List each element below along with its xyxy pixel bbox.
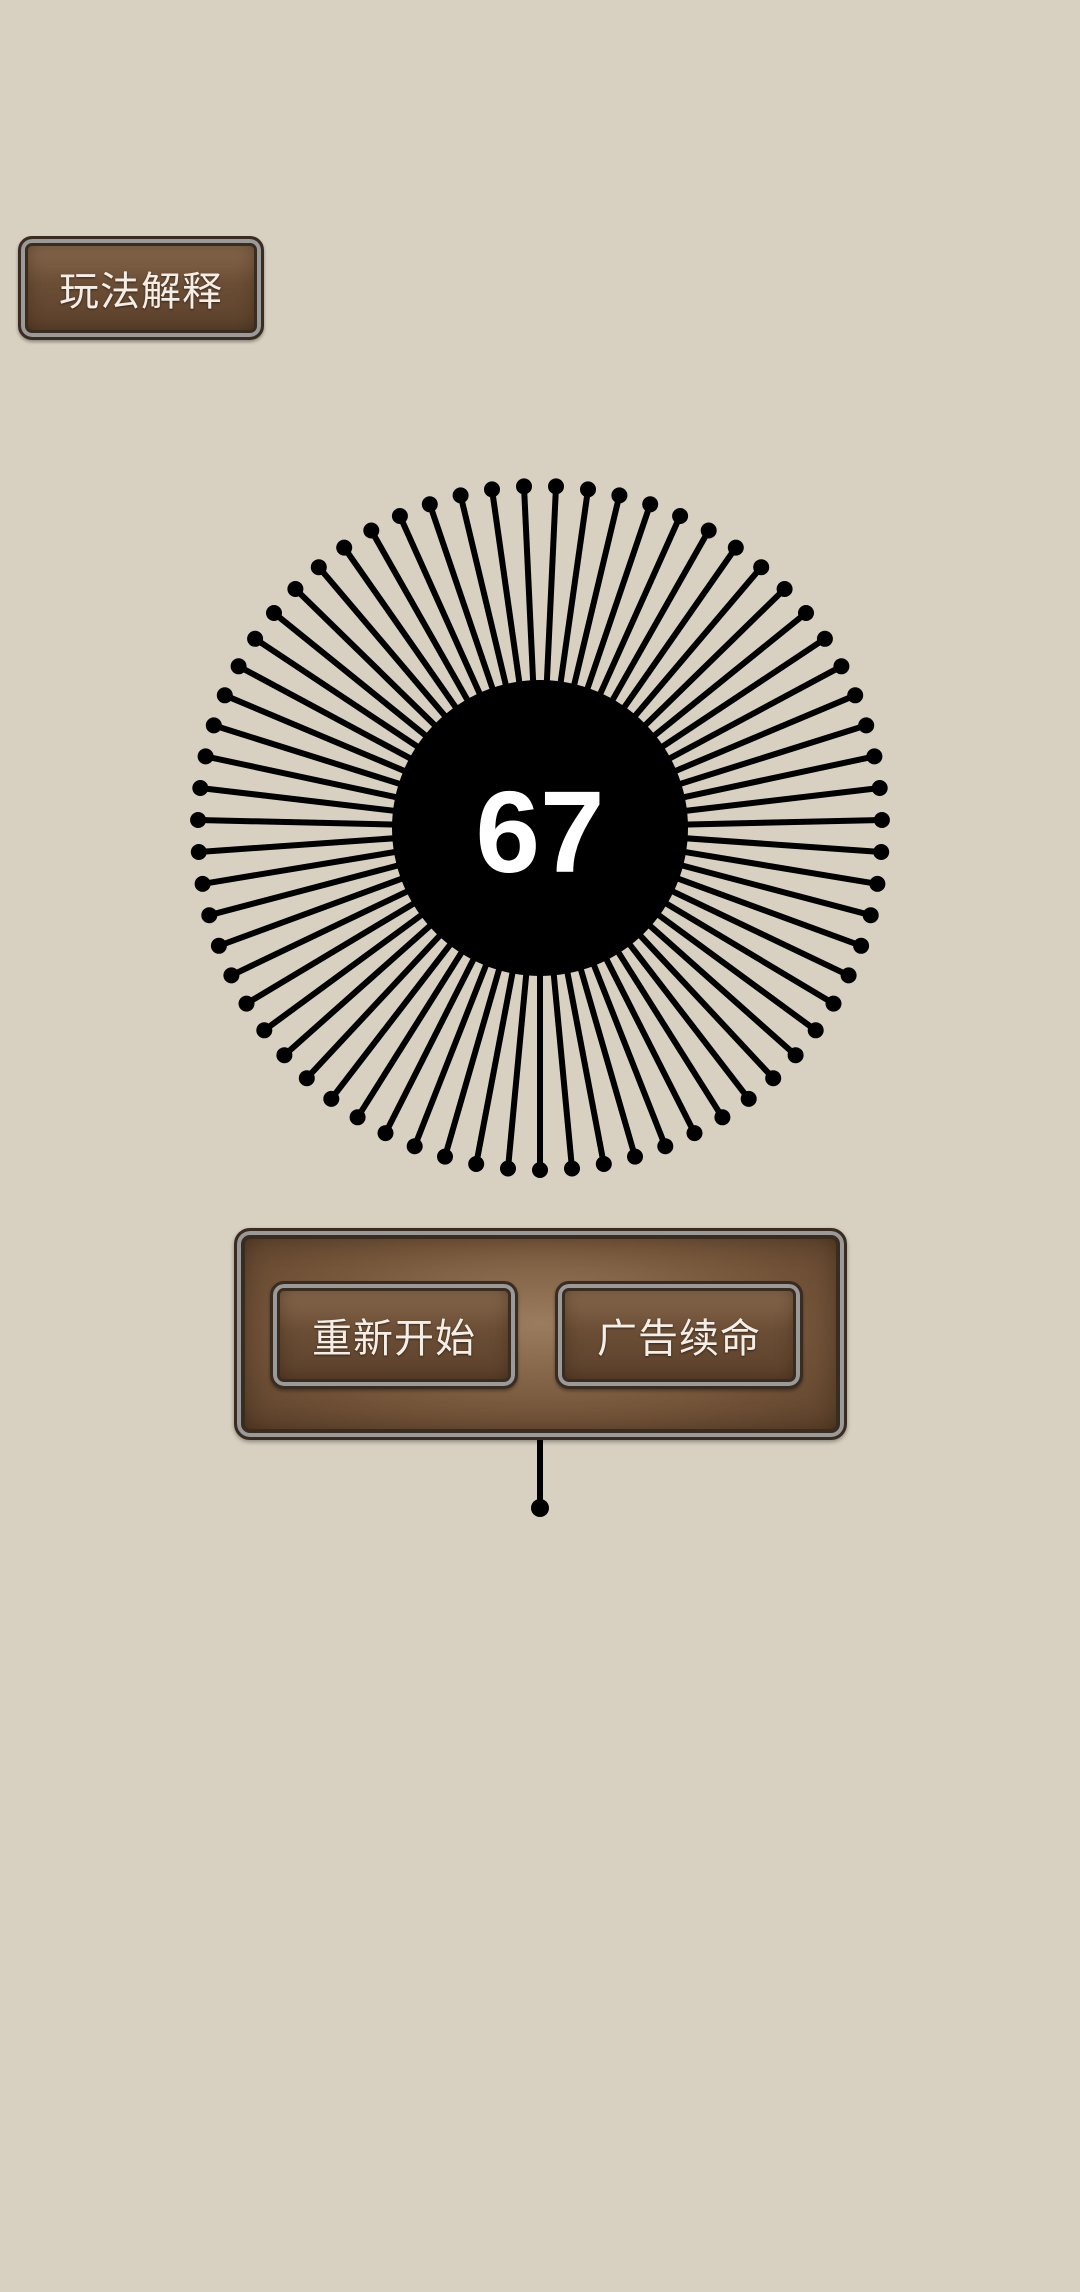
pending-pin xyxy=(531,1440,549,1517)
restart-button[interactable]: 重新开始 xyxy=(270,1281,518,1389)
pending-pin-item xyxy=(531,1440,549,1517)
score-counter: 67 xyxy=(475,767,605,897)
ad-continue-button[interactable]: 广告续命 xyxy=(555,1281,803,1389)
how-to-play-button[interactable]: 玩法解释 xyxy=(18,236,264,340)
game-board xyxy=(190,478,890,1517)
